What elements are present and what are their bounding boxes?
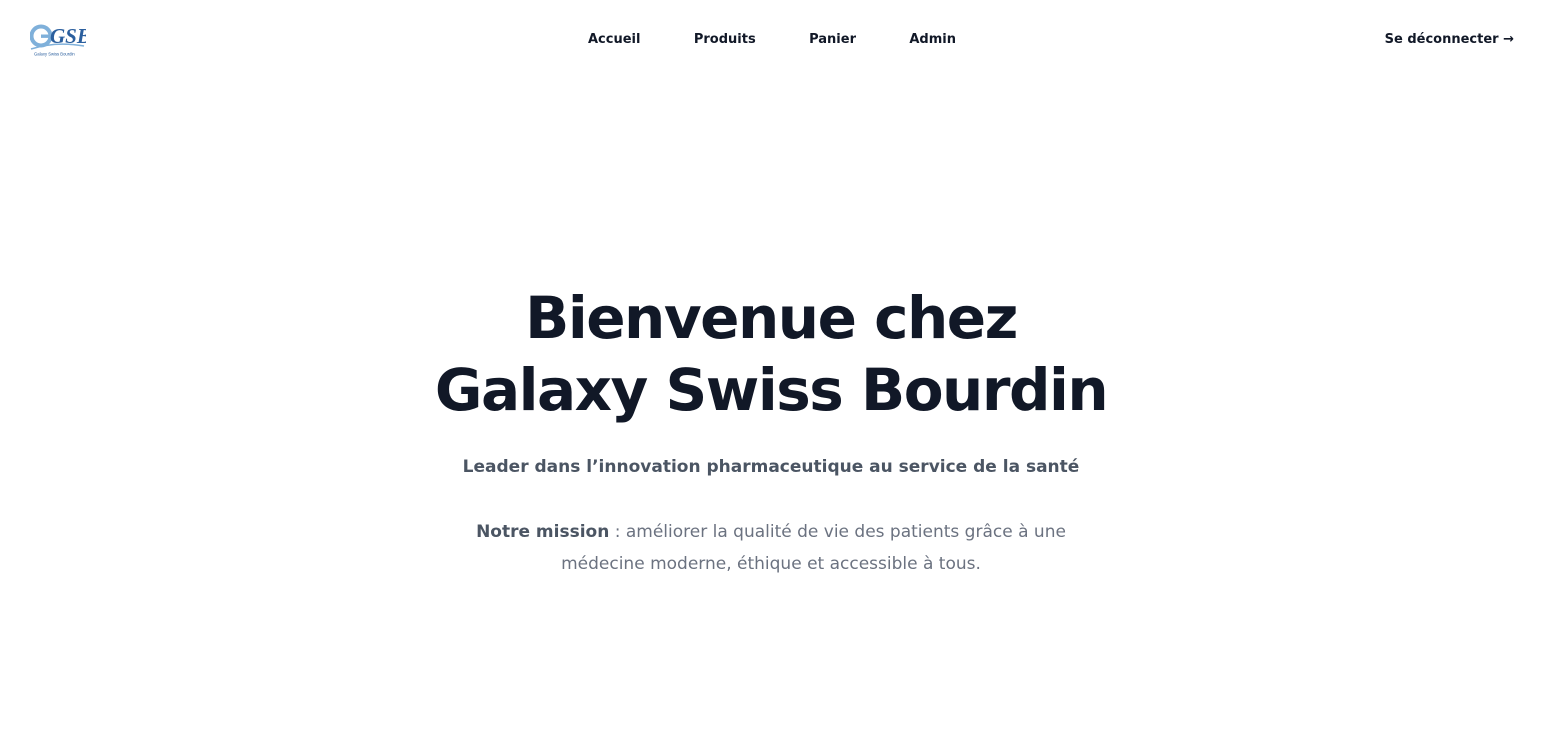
hero-title-line-1: Bienvenue chez: [525, 284, 1018, 352]
main-nav: Accueil Produits Panier Admin: [588, 30, 956, 50]
nav-item-panier[interactable]: Panier: [809, 30, 856, 50]
nav-item-produits[interactable]: Produits: [694, 30, 756, 50]
gsb-logo-icon: GSB Galaxy Swiss Bourdin: [30, 24, 86, 57]
page: GSB Galaxy Swiss Bourdin Accueil Produit…: [0, 0, 1542, 743]
nav-item-admin[interactable]: Admin: [909, 30, 956, 50]
hero-title: Bienvenue chez Galaxy Swiss Bourdin: [0, 282, 1542, 426]
nav-item-accueil[interactable]: Accueil: [588, 30, 640, 50]
logo-caption: Galaxy Swiss Bourdin: [34, 52, 75, 57]
top-navbar: GSB Galaxy Swiss Bourdin Accueil Produit…: [0, 0, 1542, 80]
hero-tagline: Leader dans l’innovation pharmaceutique …: [462, 457, 1080, 477]
hero-section: Bienvenue chez Galaxy Swiss Bourdin Lead…: [0, 282, 1542, 580]
mission-label: Notre mission: [476, 522, 610, 542]
hero-title-line-2: Galaxy Swiss Bourdin: [434, 356, 1109, 424]
logout-link[interactable]: Se déconnecter →: [1385, 30, 1514, 50]
mission-statement: Notre mission : améliorer la qualité de …: [461, 516, 1081, 580]
gsb-logo[interactable]: GSB Galaxy Swiss Bourdin: [30, 21, 86, 59]
mission-text: : améliorer la qualité de vie des patien…: [561, 522, 1066, 574]
